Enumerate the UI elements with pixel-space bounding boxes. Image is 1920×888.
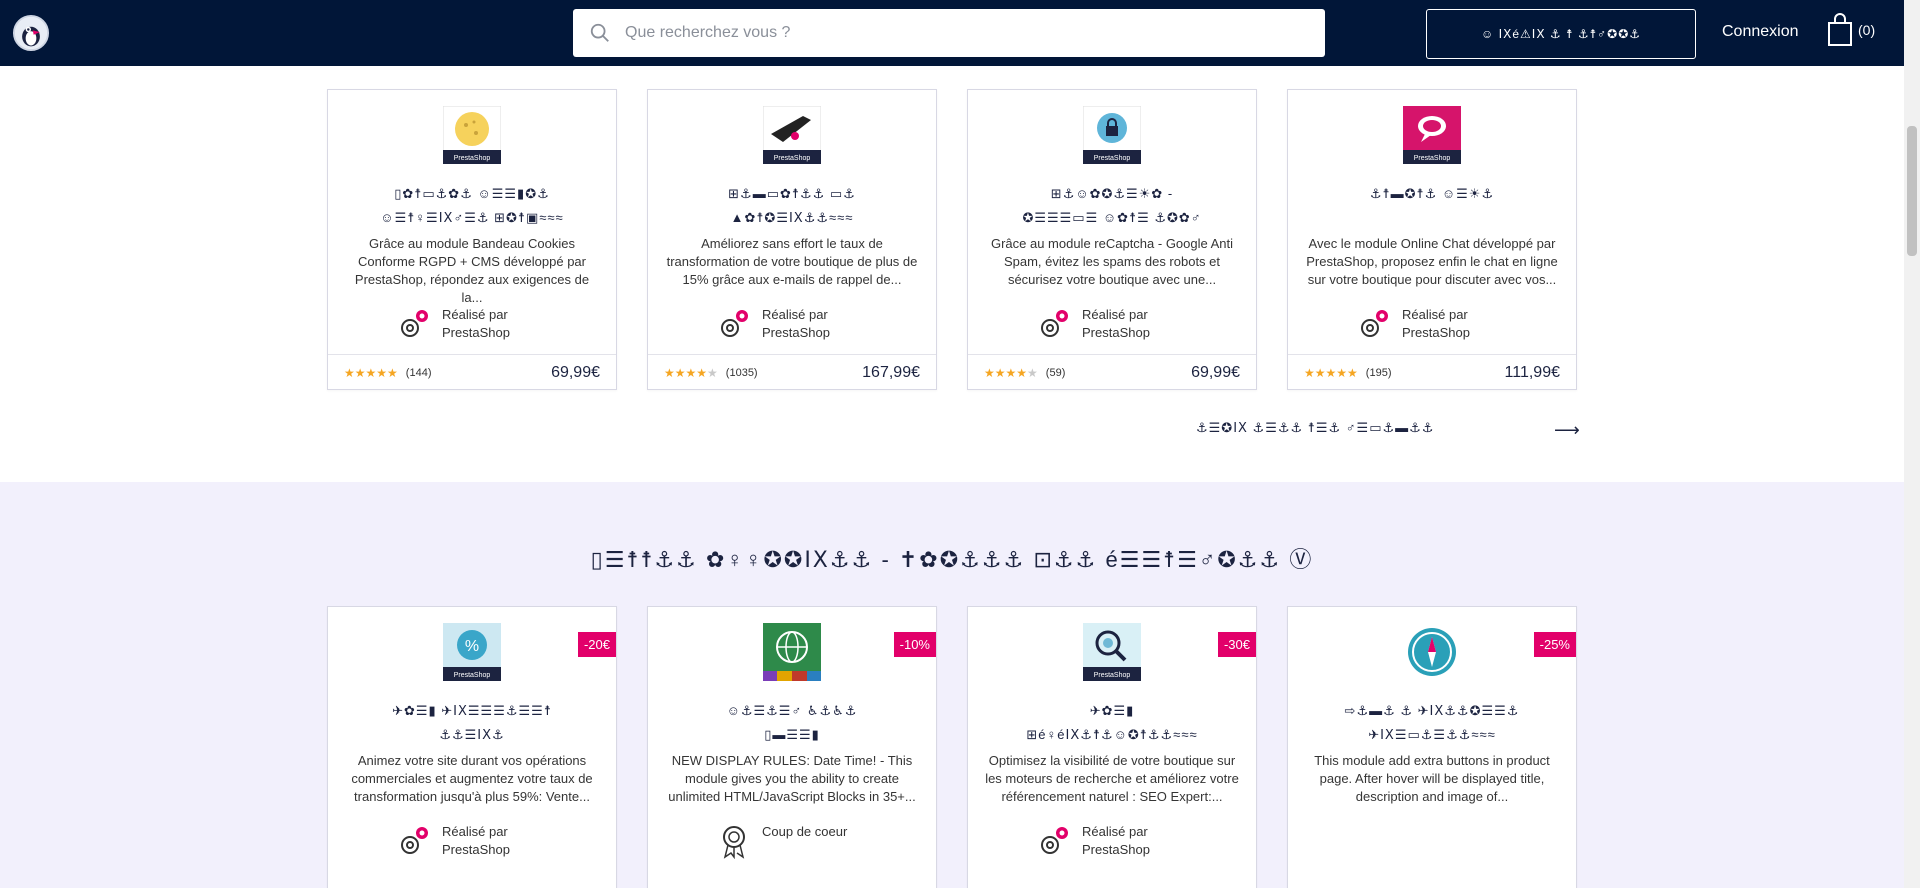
card-footer: ★★★★★ (144) 69,99€ <box>328 354 616 390</box>
maker-info: Réalisé par PrestaShop <box>396 306 532 342</box>
product-description: NEW DISPLAY RULES: Date Time! - This mod… <box>668 753 916 804</box>
gear-badge-icon <box>721 310 748 337</box>
product-name[interactable]: ✈✿☰▮ ⊞é♀éⅠⅩ⚓☨⚓☺✪☨⚓⚓≈≈≈ <box>986 699 1238 747</box>
search-icon <box>590 23 609 42</box>
product-name[interactable]: ⇨⚓▬⚓ ⚓ ✈ⅠⅩ⚓⚓✪☰☰⚓ ✈ⅠⅩ☰▭⚓☰⚓⚓≈≈≈ <box>1306 699 1558 747</box>
maker-info: Réalisé par PrestaShop <box>716 306 852 342</box>
award-ribbon-icon <box>723 826 745 859</box>
maker-info: Réalisé par PrestaShop <box>396 823 532 859</box>
product-description: Avec le module Online Chat développé par… <box>1306 236 1558 287</box>
top-header: ☺ ⅠⅩé⚠ⅠⅩ ⚓ ☨ ⚓☨♂✪✪⚓ Connexion (0) <box>0 0 1904 66</box>
gear-badge-icon <box>401 310 428 337</box>
maker-label: Réalisé par PrestaShop <box>442 307 510 340</box>
maker-info: Réalisé par PrestaShop <box>1036 823 1172 859</box>
discount-badge: -10% <box>893 632 936 657</box>
discount-badge: -25% <box>1533 632 1576 657</box>
module-thumbnail[interactable] <box>763 623 821 681</box>
rating-stars: ★★★★★ <box>344 365 398 380</box>
maker-label: Réalisé par PrestaShop <box>442 824 510 857</box>
cart-button[interactable]: (0) <box>1826 13 1875 47</box>
see-all-link[interactable]: ⚓☰✪ⅠⅩ ⚓☰⚓⚓ ☨☰⚓ ♂☰▭⚓▬⚓⚓ <box>1196 420 1434 436</box>
shopping-bag-icon <box>1828 13 1852 46</box>
header-cta-button[interactable]: ☺ ⅠⅩé⚠ⅠⅩ ⚓ ☨ ⚓☨♂✪✪⚓ <box>1426 9 1696 59</box>
maker-label: Coup de coeur <box>762 824 848 839</box>
maker-info: Coup de coeur <box>716 823 852 859</box>
product-name[interactable]: ⊞⚓▬▭✿☨⚓⚓ ▭⚓ ▲✿☨✪☰ⅠⅩ⚓⚓≈≈≈ <box>666 182 918 230</box>
prestashop-logo[interactable] <box>13 15 49 51</box>
product-description: Grâce au module Bandeau Cookies Conforme… <box>354 236 590 305</box>
product-name[interactable]: ✈✿☰▮ ✈ⅠⅩ☰☰☰⚓☰☰☨ ⚓⚓☰ⅠⅩ⚓ <box>346 699 598 747</box>
price: 69,99€ <box>1191 363 1240 381</box>
product-card[interactable]: PrestaShop -30€ ✈✿☰▮ ⊞é♀éⅠⅩ⚓☨⚓☺✪☨⚓⚓≈≈≈ O… <box>967 606 1257 888</box>
product-description: Améliorez sans effort le taux de transfo… <box>666 236 918 287</box>
maker-label: Réalisé par PrestaShop <box>1082 824 1150 857</box>
module-thumbnail[interactable]: PrestaShop <box>1403 106 1461 164</box>
product-card[interactable]: % PrestaShop -20€ ✈✿☰▮ ✈ⅠⅩ☰☰☰⚓☰☰☨ ⚓⚓☰ⅠⅩ⚓ … <box>327 606 617 888</box>
maker-info: Réalisé par PrestaShop <box>1036 306 1172 342</box>
svg-text:PrestaShop: PrestaShop <box>1094 672 1131 679</box>
section-title: ▯☰☨☨⚓⚓ ✿♀♀✪✪ⅠⅩ⚓⚓ - ✝✿✪⚓⚓⚓ ⊡⚓⚓ é☰☰☨☰♂✪⚓⚓ … <box>590 547 1314 572</box>
card-footer: ★★★★★ (1035) 167,99€ <box>648 354 936 390</box>
search-bar[interactable] <box>573 9 1325 57</box>
price: 167,99€ <box>862 363 920 381</box>
gear-badge-icon <box>1361 310 1388 337</box>
product-name[interactable]: ▯✿☨▭⚓✿⚓ ☺☰☰▮✪⚓ ☺☰☨♀☰ⅠⅩ♂☰⚓ ⊞✪☨▣≈≈≈ <box>346 182 598 230</box>
rating-stars: ★★★★★ <box>664 365 718 380</box>
review-count: (59) <box>1045 366 1066 379</box>
module-thumbnail[interactable]: PrestaShop <box>1083 106 1141 164</box>
rating-stars: ★★★★★ <box>984 365 1038 380</box>
module-thumbnail[interactable]: PrestaShop <box>763 106 821 164</box>
gear-badge-icon <box>1041 310 1068 337</box>
product-card[interactable]: PrestaShop ⊞⚓▬▭✿☨⚓⚓ ▭⚓ ▲✿☨✪☰ⅠⅩ⚓⚓≈≈≈ Amél… <box>647 89 937 390</box>
product-name[interactable]: ⚓☨▬✪☨⚓ ☺☰☀⚓ <box>1306 182 1558 206</box>
featured-modules-section <box>0 66 1904 482</box>
svg-text:PrestaShop: PrestaShop <box>454 155 491 162</box>
maker-label: Réalisé par PrestaShop <box>1082 307 1150 340</box>
discount-badge: -20€ <box>577 632 616 657</box>
svg-text:PrestaShop: PrestaShop <box>774 155 811 162</box>
review-count: (1035) <box>725 366 758 379</box>
product-card[interactable]: PrestaShop ▯✿☨▭⚓✿⚓ ☺☰☰▮✪⚓ ☺☰☨♀☰ⅠⅩ♂☰⚓ ⊞✪☨… <box>327 89 617 390</box>
product-name[interactable]: ☺⚓☰⚓☰♂ ♿⚓♿⚓ ▯▬☰☰▮ <box>666 699 918 747</box>
maker-label: Réalisé par PrestaShop <box>1402 307 1470 340</box>
module-thumbnail[interactable] <box>1403 623 1461 681</box>
product-card[interactable]: PrestaShop ⊞⚓☺✿✪⚓☰☀✿ - ✪☰☰☰▭☰ ☺✿☨☰ ⚓✪✿♂ … <box>967 89 1257 390</box>
product-card[interactable]: -10% ☺⚓☰⚓☰♂ ♿⚓♿⚓ ▯▬☰☰▮ NEW DISPLAY RULES… <box>647 606 937 888</box>
review-count: (195) <box>1365 366 1392 379</box>
puffin-icon <box>15 17 47 49</box>
page-scrollbar[interactable] <box>1904 0 1920 888</box>
product-card[interactable]: PrestaShop ⚓☨▬✪☨⚓ ☺☰☀⚓ Avec le module On… <box>1287 89 1577 390</box>
module-thumbnail[interactable]: % PrestaShop <box>443 623 501 681</box>
search-input[interactable] <box>625 24 1325 42</box>
svg-text:PrestaShop: PrestaShop <box>1094 155 1131 162</box>
module-thumbnail[interactable]: PrestaShop <box>1083 623 1141 681</box>
product-description: Animez votre site durant vos opérations … <box>351 753 593 804</box>
review-count: (144) <box>405 366 432 379</box>
login-link[interactable]: Connexion <box>1722 23 1799 41</box>
card-footer: ★★★★★ (59) 69,99€ <box>968 354 1256 390</box>
maker-info: Réalisé par PrestaShop <box>1356 306 1492 342</box>
gear-badge-icon <box>1041 827 1068 854</box>
cart-count: (0) <box>1858 22 1876 38</box>
discount-badge: -30€ <box>1217 632 1256 657</box>
card-footer: ★★★★★ (195) 111,99€ <box>1288 354 1576 390</box>
module-thumbnail[interactable]: PrestaShop <box>443 106 501 164</box>
svg-text:PrestaShop: PrestaShop <box>454 672 491 679</box>
svg-text:%: % <box>465 638 479 655</box>
product-card[interactable]: -25% ⇨⚓▬⚓ ⚓ ✈ⅠⅩ⚓⚓✪☰☰⚓ ✈ⅠⅩ☰▭⚓☰⚓⚓≈≈≈ This … <box>1287 606 1577 888</box>
price: 69,99€ <box>551 363 600 381</box>
scrollbar-thumb[interactable] <box>1907 126 1917 256</box>
gear-badge-icon <box>401 827 428 854</box>
product-name[interactable]: ⊞⚓☺✿✪⚓☰☀✿ - ✪☰☰☰▭☰ ☺✿☨☰ ⚓✪✿♂ <box>986 182 1238 230</box>
svg-text:PrestaShop: PrestaShop <box>1414 155 1451 162</box>
rating-stars: ★★★★★ <box>1304 365 1358 380</box>
maker-label: Réalisé par PrestaShop <box>762 307 830 340</box>
product-description: This module add extra buttons in product… <box>1314 753 1550 804</box>
product-description: Grâce au module reCaptcha - Google Anti … <box>990 236 1234 287</box>
arrow-right-icon[interactable]: ⟶ <box>1554 420 1580 441</box>
price: 111,99€ <box>1504 363 1560 381</box>
product-description: Optimisez la visibilité de votre boutiqu… <box>985 753 1239 804</box>
